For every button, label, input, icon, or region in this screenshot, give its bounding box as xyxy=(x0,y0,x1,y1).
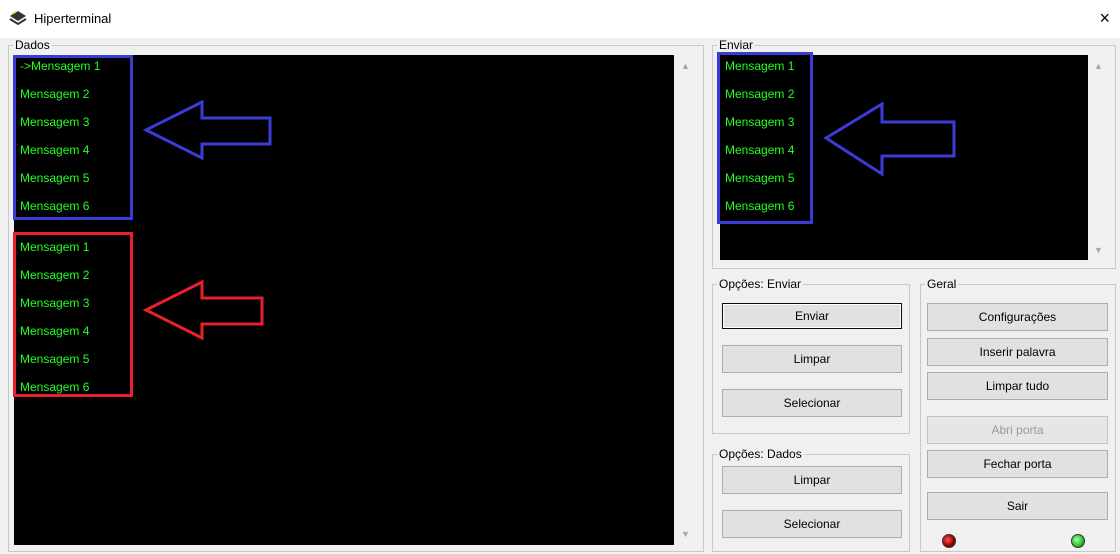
inserir-palavra-button[interactable]: Inserir palavra xyxy=(927,338,1108,366)
app-icon xyxy=(9,11,27,26)
selecionar-dados-button[interactable]: Selecionar xyxy=(722,510,902,538)
annotation-box-red xyxy=(13,232,133,397)
dados-label: Dados xyxy=(13,38,52,52)
annotation-box-blue xyxy=(13,55,133,220)
scroll-down-icon[interactable]: ▼ xyxy=(681,529,690,539)
limpar-enviar-button[interactable]: Limpar xyxy=(722,345,902,373)
scroll-down-icon[interactable]: ▼ xyxy=(1094,245,1103,255)
enviar-label: Enviar xyxy=(717,38,756,52)
scroll-up-icon[interactable]: ▲ xyxy=(681,61,690,71)
annotation-box-blue-enviar xyxy=(717,52,813,224)
red-arrow-icon xyxy=(142,279,264,341)
status-led-green-icon xyxy=(1071,534,1085,548)
opcoes-enviar-label: Opções: Enviar xyxy=(717,277,804,291)
limpar-tudo-button[interactable]: Limpar tudo xyxy=(927,372,1108,400)
close-icon[interactable]: × xyxy=(1099,8,1110,28)
geral-label: Geral xyxy=(925,277,959,291)
scroll-up-icon[interactable]: ▲ xyxy=(1094,61,1103,71)
dados-scrollbar[interactable]: ▲ ▼ xyxy=(674,55,696,545)
selecionar-enviar-button[interactable]: Selecionar xyxy=(722,389,902,417)
blue-arrow-icon xyxy=(142,99,272,161)
window-title: Hiperterminal xyxy=(34,11,112,26)
blue-arrow-icon xyxy=(823,101,956,177)
fechar-porta-button[interactable]: Fechar porta xyxy=(927,450,1108,478)
status-led-red-icon xyxy=(942,534,956,548)
limpar-dados-button[interactable]: Limpar xyxy=(722,466,902,494)
enviar-scrollbar[interactable]: ▲ ▼ xyxy=(1088,55,1108,260)
configuracoes-button[interactable]: Configurações xyxy=(927,303,1108,331)
abri-porta-button[interactable]: Abri porta xyxy=(927,416,1108,444)
enviar-button[interactable]: Enviar xyxy=(722,303,902,329)
sair-button[interactable]: Sair xyxy=(927,492,1108,520)
opcoes-dados-label: Opções: Dados xyxy=(717,447,804,461)
title-bar: Hiperterminal × xyxy=(0,0,1120,38)
